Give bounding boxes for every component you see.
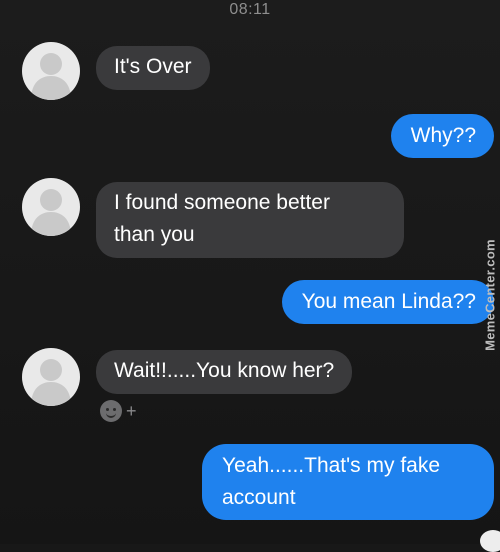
add-reaction-icon[interactable]: + — [126, 400, 137, 422]
avatar-silhouette-icon — [31, 189, 71, 236]
contact-avatar[interactable] — [22, 348, 80, 406]
incoming-message[interactable]: It's Over — [96, 46, 210, 90]
message-text: Wait!!.....You know her? — [114, 359, 335, 382]
message-text: You mean Linda?? — [301, 290, 476, 313]
message-text: Why?? — [410, 124, 476, 147]
message-text-line: Yeah......That's my fake — [222, 454, 441, 477]
message-text-line: I found someone better — [114, 191, 330, 214]
message-text: It's Over — [114, 55, 192, 78]
outgoing-message[interactable]: You mean Linda?? — [281, 280, 494, 324]
outgoing-message[interactable]: Why?? — [390, 114, 494, 158]
contact-avatar[interactable] — [22, 178, 80, 236]
message-text-line: account — [222, 486, 296, 509]
emoji-icon[interactable] — [100, 400, 122, 422]
incoming-message[interactable]: I found someone better than you — [96, 182, 404, 258]
incoming-message[interactable]: Wait!!.....You know her? — [96, 350, 353, 394]
avatar-silhouette-icon — [31, 53, 71, 100]
contact-avatar[interactable] — [22, 42, 80, 100]
chat-screen: 08:11 It's Over Why?? I found someone be… — [0, 0, 500, 552]
watermark-text: MemeCenter.com — [482, 239, 498, 351]
status-time: 08:11 — [229, 1, 271, 18]
message-text-line: than you — [114, 223, 195, 246]
outgoing-message[interactable]: Yeah......That's my fake account — [202, 444, 494, 520]
avatar-silhouette-icon — [31, 359, 71, 406]
watermark: MemeCenter.com — [481, 230, 499, 360]
reaction-bar[interactable]: + — [100, 397, 156, 425]
corner-mark — [480, 530, 500, 552]
